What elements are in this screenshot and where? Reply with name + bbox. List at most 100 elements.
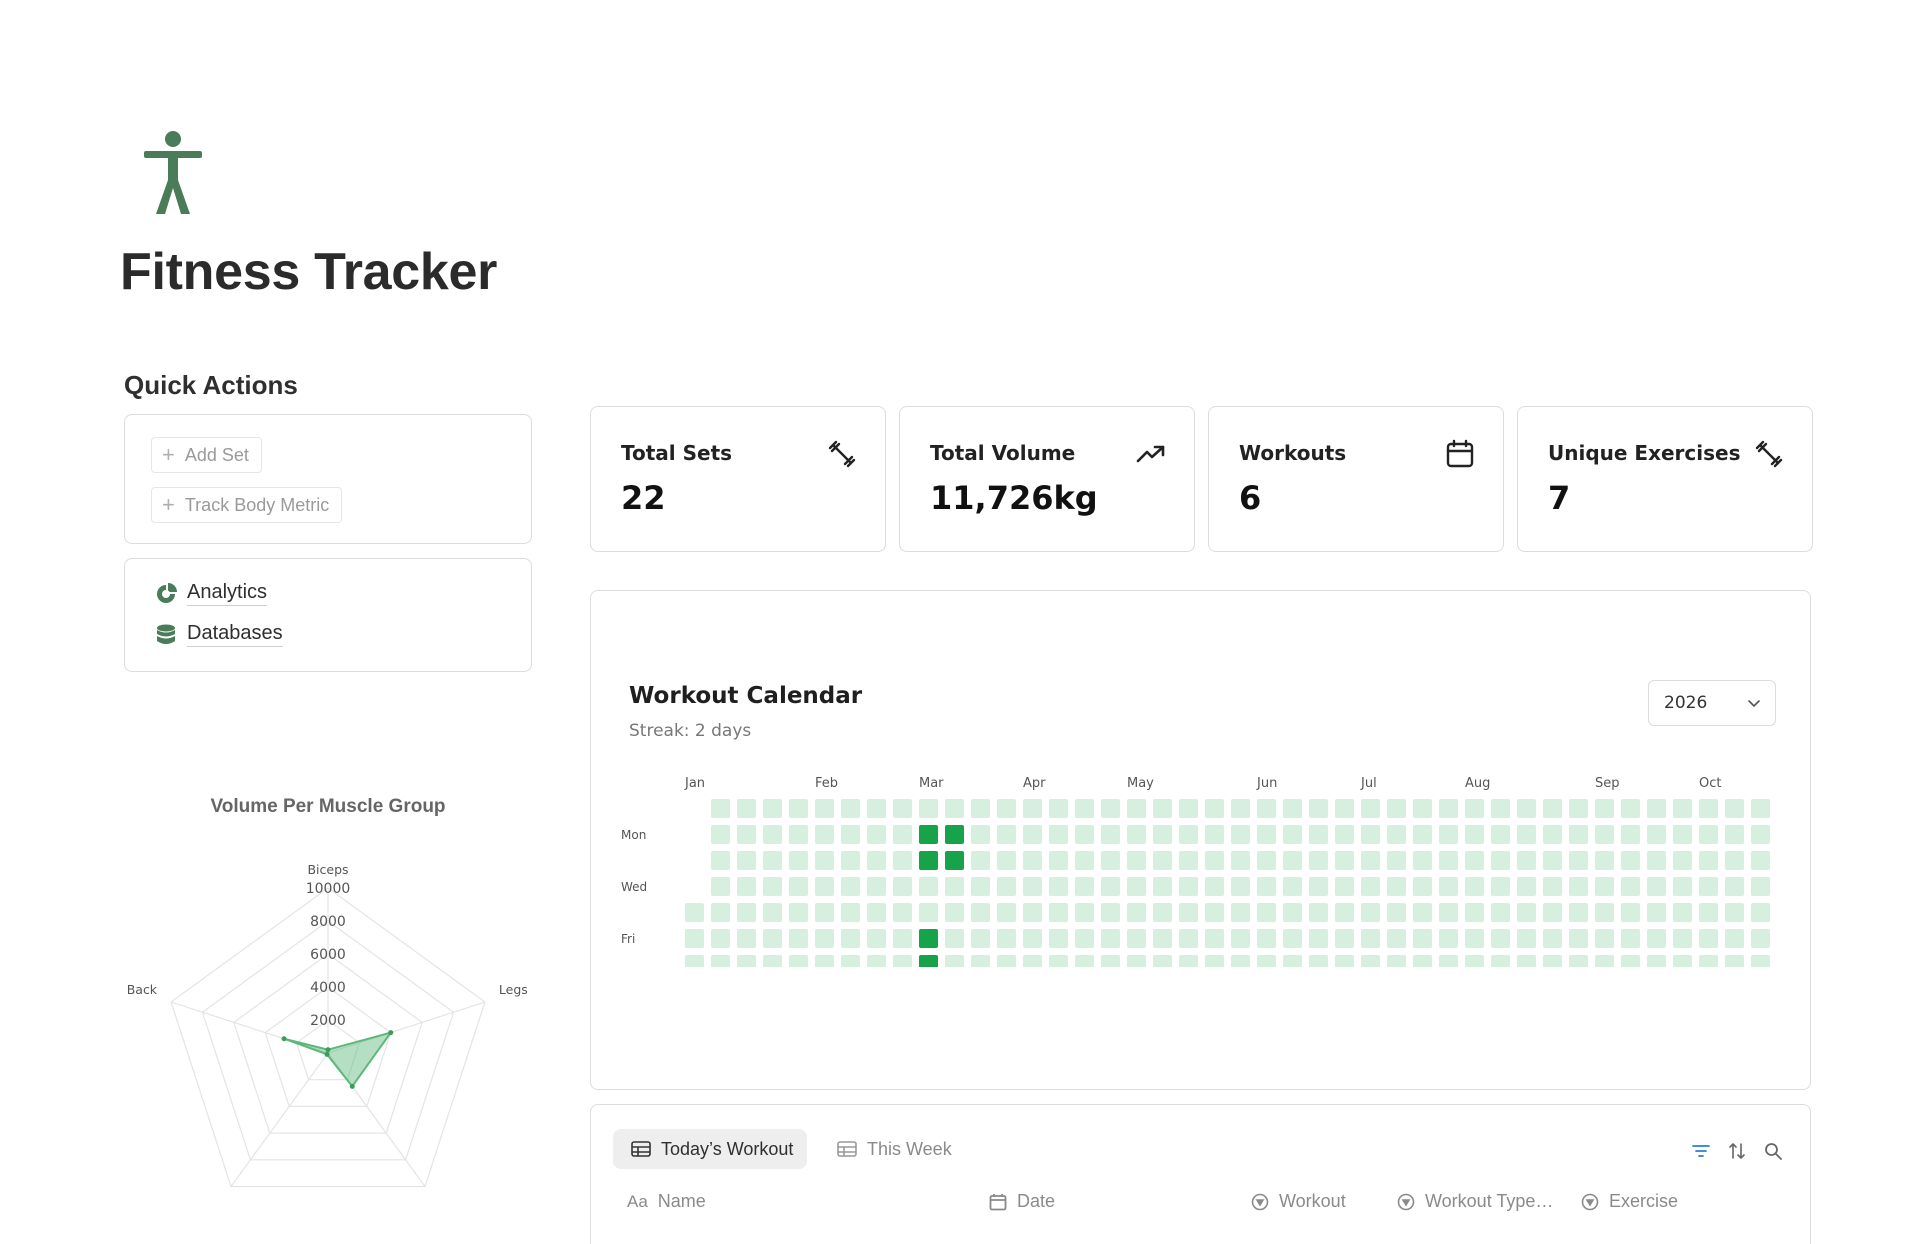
heatmap-cell <box>1335 851 1354 870</box>
heatmap-cell <box>1231 929 1250 948</box>
heatmap-cell <box>1361 851 1380 870</box>
heatmap-cell <box>1751 825 1770 844</box>
radar-tick-label: 8000 <box>310 914 346 930</box>
heatmap-cell <box>1309 825 1328 844</box>
heatmap-cell <box>1309 851 1328 870</box>
add-set-button[interactable]: + Add Set <box>151 437 262 473</box>
calendar-icon <box>1446 439 1474 468</box>
table-icon <box>631 1141 651 1157</box>
year-select-value: 2026 <box>1664 693 1708 713</box>
heatmap-cell <box>1075 903 1094 922</box>
heatmap-cell <box>1257 955 1276 967</box>
heatmap-cell-active <box>919 851 938 870</box>
heatmap-cell <box>1413 929 1432 948</box>
heatmap-cell <box>1023 825 1042 844</box>
heatmap-cell <box>1179 877 1198 896</box>
heatmap-cell <box>1049 955 1068 967</box>
heatmap-cell <box>867 799 886 818</box>
heatmap-cell <box>1491 799 1510 818</box>
sort-icon[interactable] <box>1727 1141 1747 1161</box>
heatmap-cell-active <box>919 955 938 967</box>
heatmap-cell <box>1595 929 1614 948</box>
heatmap-cell <box>1387 929 1406 948</box>
year-select[interactable]: 2026 <box>1648 680 1776 726</box>
month-label: Feb <box>815 776 838 791</box>
stat-title: Total Sets <box>621 441 733 465</box>
heatmap-cell <box>1387 799 1406 818</box>
month-label: Oct <box>1699 776 1721 791</box>
heatmap-cell <box>1075 955 1094 967</box>
heatmap-cell <box>711 929 730 948</box>
column-header-workout-type[interactable]: Workout Type… <box>1397 1191 1553 1212</box>
heatmap-cell <box>997 851 1016 870</box>
heatmap-cell <box>1595 799 1614 818</box>
heatmap-cell <box>1465 825 1484 844</box>
column-header-workout[interactable]: Workout <box>1251 1191 1346 1212</box>
tab-todays-workout[interactable]: Today’s Workout <box>613 1129 808 1169</box>
person-standing-icon <box>144 131 202 214</box>
heatmap-cell <box>1335 955 1354 967</box>
relation-icon <box>1251 1193 1269 1210</box>
heatmap-cell <box>1465 929 1484 948</box>
search-icon[interactable] <box>1763 1141 1783 1161</box>
radar-tick-label: 4000 <box>310 980 346 996</box>
stat-value: 7 <box>1548 479 1571 517</box>
heatmap-cell <box>919 903 938 922</box>
calendar-icon <box>989 1193 1007 1210</box>
heatmap-cell <box>841 929 860 948</box>
heatmap-cell <box>1647 799 1666 818</box>
heatmap-cell <box>1127 851 1146 870</box>
links-card: Analytics Databases <box>124 558 532 672</box>
heatmap-cell <box>1517 955 1536 967</box>
databases-link[interactable]: Databases <box>155 622 283 647</box>
stat-title: Workouts <box>1239 441 1347 465</box>
radar-point <box>324 1051 330 1057</box>
heatmap-cell <box>1647 929 1666 948</box>
heatmap-cell <box>1023 799 1042 818</box>
heatmap-cell <box>1699 929 1718 948</box>
heatmap-cell <box>789 877 808 896</box>
heatmap-cell <box>1179 799 1198 818</box>
heatmap-cell <box>1257 877 1276 896</box>
heatmap-cell <box>1153 903 1172 922</box>
heatmap-cell <box>1361 877 1380 896</box>
heatmap-cell <box>815 955 834 967</box>
heatmap-cell <box>789 903 808 922</box>
heatmap-cell <box>945 903 964 922</box>
heatmap-cell <box>1491 851 1510 870</box>
heatmap-cell <box>1283 877 1302 896</box>
heatmap-cell <box>997 825 1016 844</box>
column-header-name[interactable]: Aa Name <box>627 1191 706 1212</box>
tab-this-week[interactable]: This Week <box>819 1129 966 1169</box>
heatmap-cell <box>1335 903 1354 922</box>
add-set-label: Add Set <box>184 444 249 465</box>
heatmap-cell <box>1413 825 1432 844</box>
heatmap-cell <box>1647 825 1666 844</box>
heatmap-cell <box>1595 877 1614 896</box>
heatmap-cell <box>1751 877 1770 896</box>
heatmap-cell <box>1101 877 1120 896</box>
month-label: May <box>1127 776 1154 791</box>
heatmap-cell <box>1621 877 1640 896</box>
month-label: Apr <box>1023 776 1046 791</box>
radar-tick-label: 2000 <box>310 1013 346 1029</box>
heatmap-cell <box>1075 851 1094 870</box>
column-header-date[interactable]: Date <box>989 1191 1055 1212</box>
analytics-link[interactable]: Analytics <box>155 581 268 606</box>
heatmap-cell <box>1673 877 1692 896</box>
column-header-exercise[interactable]: Exercise <box>1581 1191 1678 1212</box>
radar-point <box>281 1036 287 1042</box>
filter-icon[interactable] <box>1691 1141 1711 1161</box>
heatmap-cell <box>1205 825 1224 844</box>
heatmap-cell <box>1179 851 1198 870</box>
stat-value: 6 <box>1239 479 1262 517</box>
track-body-metric-button[interactable]: + Track Body Metric <box>151 487 343 523</box>
month-label: Jan <box>684 776 705 791</box>
heatmap-cell <box>763 825 782 844</box>
heatmap-cell <box>1569 825 1588 844</box>
heatmap-cell <box>1075 929 1094 948</box>
heatmap-cell <box>1257 903 1276 922</box>
heatmap-cell <box>1465 851 1484 870</box>
heatmap-cell <box>1049 877 1068 896</box>
heatmap-cell <box>1231 851 1250 870</box>
